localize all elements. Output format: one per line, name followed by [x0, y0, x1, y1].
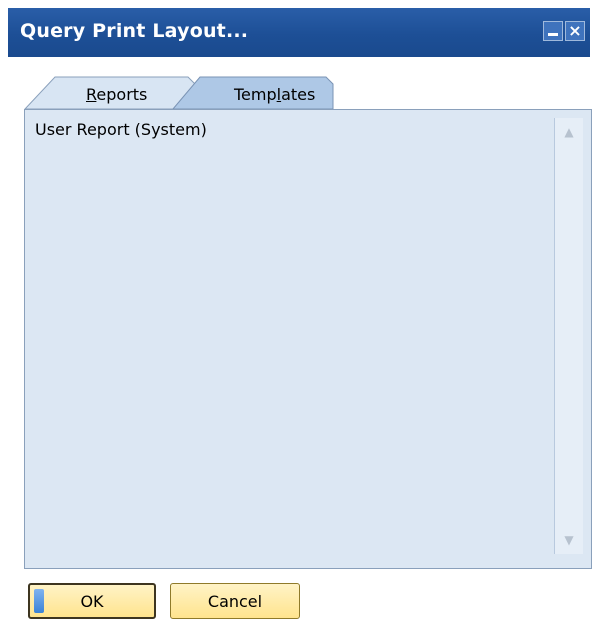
- templates-list[interactable]: User Report (System): [33, 116, 545, 556]
- chevron-down-icon: ▼: [564, 533, 574, 547]
- close-icon: ×: [568, 21, 582, 40]
- cancel-button-label: Cancel: [207, 591, 263, 611]
- ok-button[interactable]: OK: [28, 583, 156, 619]
- tab-templates[interactable]: Templates: [234, 85, 315, 104]
- minimize-icon: [548, 33, 558, 36]
- chevron-up-icon: ▲: [564, 125, 574, 139]
- list-item[interactable]: User Report (System): [33, 116, 545, 143]
- tab-strip: Reports Templates: [8, 57, 590, 109]
- button-bar: OK Cancel: [8, 569, 590, 620]
- query-print-layout-dialog: Query Print Layout... × Reports Template…: [8, 8, 592, 620]
- window-title: Query Print Layout...: [20, 20, 249, 42]
- cancel-button[interactable]: Cancel: [170, 583, 300, 619]
- close-button[interactable]: ×: [565, 21, 585, 41]
- scroll-down-button[interactable]: ▼: [555, 526, 583, 554]
- scroll-up-button[interactable]: ▲: [555, 118, 583, 146]
- ok-button-label: OK: [80, 591, 104, 611]
- vertical-scrollbar[interactable]: ▲ ▼: [554, 118, 583, 554]
- minimize-button[interactable]: [543, 21, 563, 41]
- tab-reports[interactable]: Reports: [86, 85, 147, 104]
- title-bar[interactable]: Query Print Layout... ×: [8, 8, 590, 57]
- templates-list-panel: User Report (System) ▲ ▼: [24, 109, 592, 569]
- default-button-indicator: [34, 589, 44, 613]
